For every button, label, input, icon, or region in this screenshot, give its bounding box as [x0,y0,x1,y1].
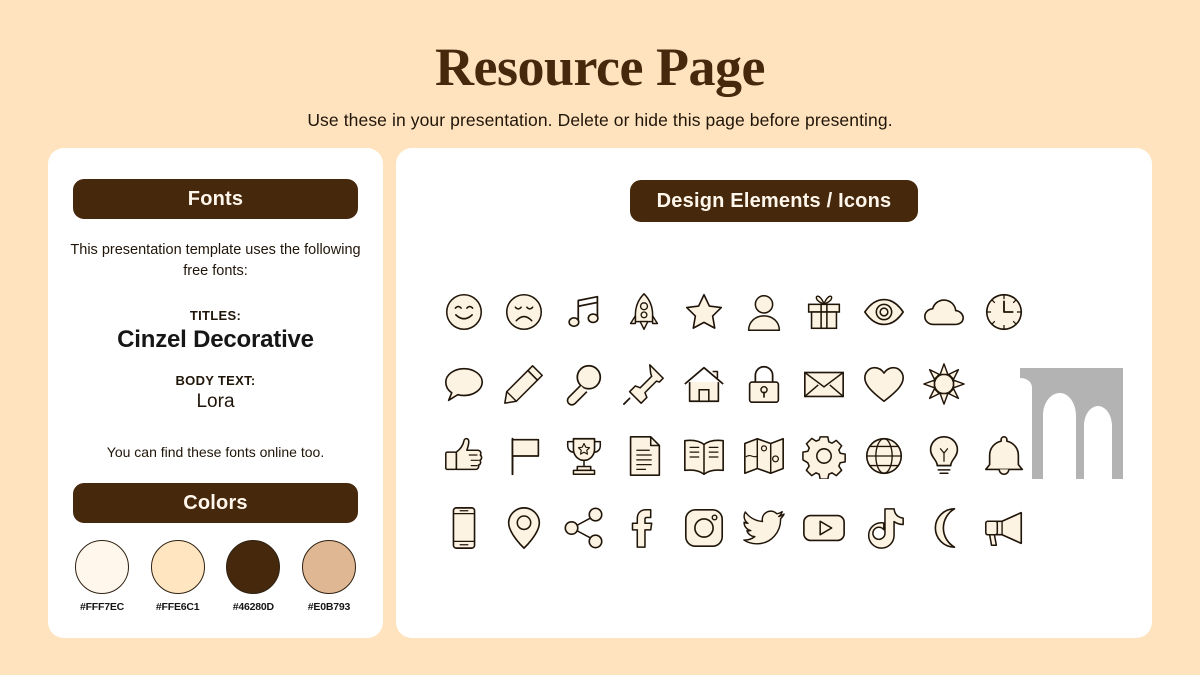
fonts-availability-note: You can find these fonts online too. [106,444,325,460]
phone-icon[interactable] [441,505,487,551]
star-icon[interactable] [681,289,727,335]
fonts-and-colors-panel: Fonts This presentation template uses th… [48,148,383,638]
color-swatch-dot [301,540,356,594]
color-swatch: #E0B793 [300,540,358,613]
house-icon[interactable] [681,361,727,407]
magnifier-icon[interactable] [561,361,607,407]
flag-icon[interactable] [501,433,547,479]
body-font-label: BODY TEXT: [175,373,256,388]
trophy-icon[interactable] [561,433,607,479]
sun-icon[interactable] [921,361,967,407]
map-icon[interactable] [741,433,787,479]
titles-font-label: TITLES: [189,308,242,323]
user-icon[interactable] [741,289,787,335]
book-icon[interactable] [681,433,727,479]
color-swatch: #46280D [224,540,282,613]
body-font-name: Lora [196,391,235,412]
color-swatch-dot [75,540,129,594]
heart-icon[interactable] [861,361,907,407]
pencil-icon[interactable] [501,361,547,407]
eye-icon[interactable] [861,289,907,335]
share-icon[interactable] [561,505,607,551]
resource-page-slide: Resource Page Use these in your presenta… [0,0,1200,675]
design-elements-heading: Design Elements / Icons [630,180,918,222]
sad-face-icon[interactable] [501,289,547,335]
facebook-icon[interactable] [621,505,667,551]
clock-icon[interactable] [981,289,1027,335]
color-swatch-label: #FFF7EC [79,601,125,613]
color-swatch: #FFF7EC [73,540,131,613]
globe-icon[interactable] [861,433,907,479]
speech-bubble-icon[interactable] [441,361,487,407]
lock-icon[interactable] [741,361,787,407]
gothic-arches-shape [1020,368,1123,479]
color-swatch-row: #FFF7EC #FFE6C1 #46280D #E0B793 [73,540,358,613]
titles-font-name: Cinzel Decorative [117,326,314,353]
fonts-intro-text: This presentation template uses the foll… [70,242,361,279]
color-swatch-dot [226,540,281,594]
youtube-icon[interactable] [801,505,847,551]
lightbulb-icon[interactable] [921,433,967,479]
gear-icon[interactable] [801,433,847,479]
music-note-icon[interactable] [561,289,607,335]
color-swatch: #FFE6C1 [149,540,207,613]
smiley-face-icon[interactable] [441,289,487,335]
fonts-section-heading: Fonts [73,179,358,219]
color-swatch-label: #E0B793 [307,601,351,613]
pushpin-icon[interactable] [621,361,667,407]
color-swatch-dot [150,540,205,594]
megaphone-icon[interactable] [981,505,1027,551]
page-title: Resource Page [435,37,765,97]
color-swatch-label: #FFE6C1 [155,601,200,613]
cloud-icon[interactable] [921,289,967,335]
rocket-icon[interactable] [621,289,667,335]
thumbs-up-icon[interactable] [441,433,487,479]
page-subtitle: Use these in your presentation. Delete o… [307,110,893,130]
colors-section-heading: Colors [73,483,358,523]
tiktok-icon[interactable] [861,505,907,551]
icon-grid [434,276,1034,564]
moon-icon[interactable] [921,505,967,551]
location-pin-icon[interactable] [501,505,547,551]
document-icon[interactable] [621,433,667,479]
color-swatch-label: #46280D [232,601,274,613]
envelope-icon[interactable] [801,361,847,407]
gift-icon[interactable] [801,289,847,335]
twitter-icon[interactable] [741,505,787,551]
instagram-icon[interactable] [681,505,727,551]
